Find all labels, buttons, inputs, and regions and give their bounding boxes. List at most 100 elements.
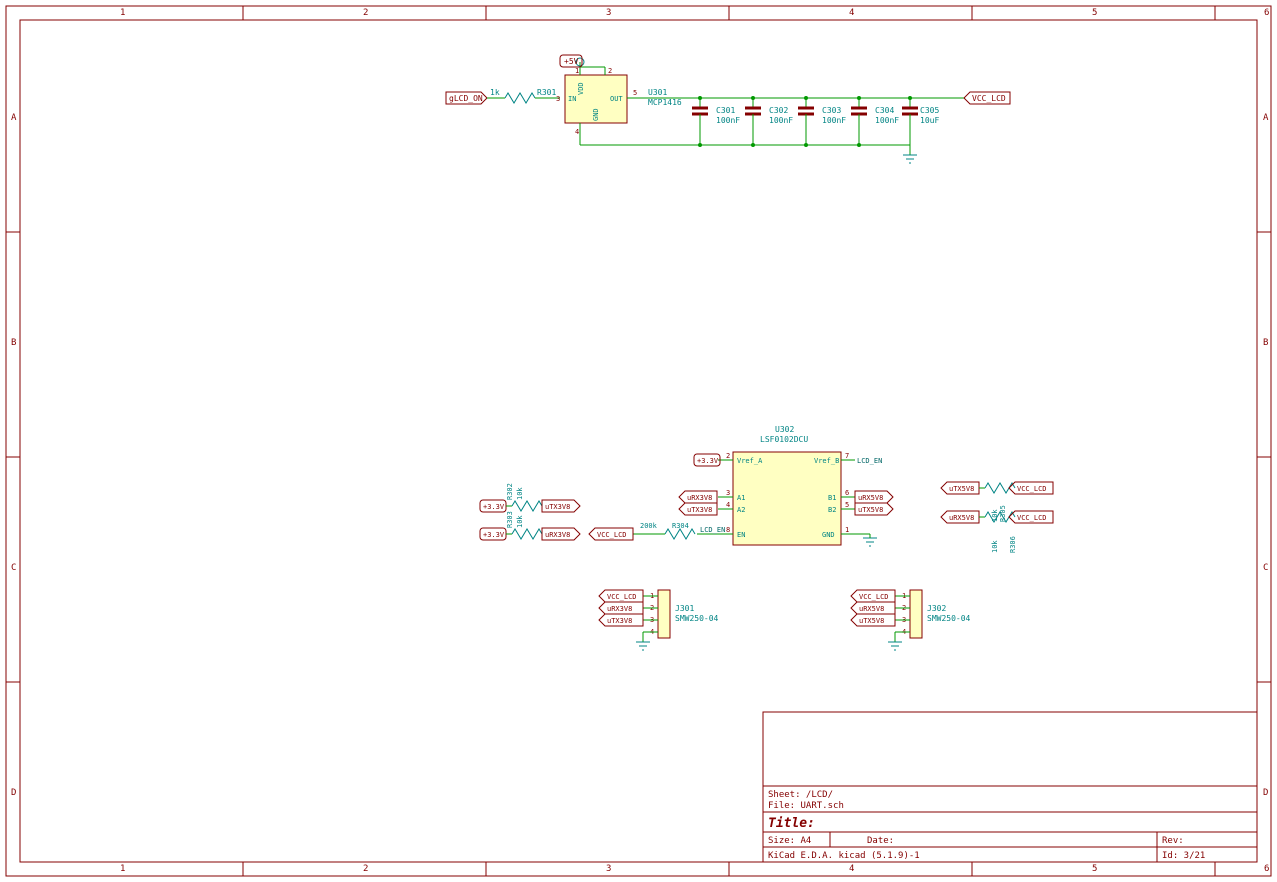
svg-text:uTX3V8: uTX3V8 (545, 503, 570, 511)
svg-text:2: 2 (726, 452, 730, 460)
svg-text:4: 4 (849, 8, 854, 18)
svg-text:6: 6 (1264, 864, 1269, 874)
svg-text:100nF: 100nF (875, 116, 899, 125)
svg-text:D: D (1263, 788, 1268, 798)
svg-text:GND: GND (592, 108, 600, 121)
svg-text:B: B (1263, 338, 1268, 348)
svg-text:5: 5 (1092, 8, 1097, 18)
svg-text:OUT: OUT (610, 95, 623, 103)
svg-text:VCC_LCD: VCC_LCD (859, 593, 889, 601)
top-circuit: gLCD_ON 1k R301 3 IN OUT VDD GND U301 MC… (446, 55, 1010, 163)
svg-text:uTX5V8: uTX5V8 (858, 506, 883, 514)
svg-text:uRX3V8: uRX3V8 (545, 531, 570, 539)
svg-text:R301: R301 (537, 88, 556, 97)
svg-text:GND: GND (822, 531, 835, 539)
svg-text:Title:: Title: (768, 816, 815, 831)
svg-text:R305: R305 (999, 505, 1007, 522)
svg-text:U301: U301 (648, 88, 667, 97)
svg-text:C: C (11, 563, 16, 573)
svg-text:A: A (1263, 113, 1269, 123)
svg-text:VCC_LCD: VCC_LCD (607, 593, 637, 601)
svg-text:SMW250-04: SMW250-04 (927, 614, 971, 623)
svg-text:Vref_B: Vref_B (814, 457, 839, 465)
svg-text:B: B (11, 338, 16, 348)
svg-text:Sheet: /LCD/: Sheet: /LCD/ (768, 790, 833, 800)
svg-text:R304: R304 (672, 522, 689, 530)
svg-text:200k: 200k (640, 522, 658, 530)
svg-text:10k: 10k (516, 487, 524, 500)
svg-text:LSF0102DCU: LSF0102DCU (760, 435, 808, 444)
svg-text:10uF: 10uF (920, 116, 939, 125)
svg-text:A: A (11, 113, 17, 123)
svg-text:J301: J301 (675, 604, 694, 613)
svg-text:uRX3V8: uRX3V8 (607, 605, 632, 613)
svg-text:6: 6 (845, 489, 849, 497)
svg-text:Id: 3/21: Id: 3/21 (1162, 851, 1205, 861)
svg-text:C305: C305 (920, 106, 939, 115)
svg-text:100nF: 100nF (822, 116, 846, 125)
svg-text:B2: B2 (828, 506, 836, 514)
svg-text:SMW250-04: SMW250-04 (675, 614, 719, 623)
svg-text:10k: 10k (991, 540, 999, 553)
title-block: Sheet: /LCD/ File: UART.sch Title: Size:… (763, 712, 1257, 862)
svg-text:File: UART.sch: File: UART.sch (768, 801, 844, 811)
svg-text:A2: A2 (737, 506, 745, 514)
svg-text:1k: 1k (490, 88, 500, 97)
conn-J302: J302 SMW250-04 1 2 3 4 VCC_LCD uRX5V8 uT… (851, 590, 971, 650)
svg-text:uRX5V8: uRX5V8 (859, 605, 884, 613)
svg-text:VCC_LCD: VCC_LCD (1017, 485, 1047, 493)
svg-text:5: 5 (1092, 864, 1097, 874)
svg-text:1: 1 (575, 67, 579, 75)
svg-text:gLCD_ON: gLCD_ON (449, 94, 483, 103)
svg-text:IN: IN (568, 95, 576, 103)
svg-text:1: 1 (120, 8, 125, 18)
svg-text:+3.3V: +3.3V (697, 457, 719, 465)
svg-text:3: 3 (606, 864, 611, 874)
svg-text:LCD_EN: LCD_EN (857, 457, 882, 465)
svg-text:uRX5V8: uRX5V8 (858, 494, 883, 502)
svg-text:Vref_A: Vref_A (737, 457, 763, 465)
svg-text:6: 6 (1264, 8, 1269, 18)
svg-text:U302: U302 (775, 425, 794, 434)
svg-text:10k: 10k (516, 515, 524, 528)
svg-text:C: C (1263, 563, 1268, 573)
svg-text:3: 3 (606, 8, 611, 18)
svg-text:VCC_LCD: VCC_LCD (972, 94, 1006, 103)
svg-text:uRX5V8: uRX5V8 (949, 514, 974, 522)
svg-text:R306: R306 (1009, 536, 1017, 553)
svg-text:uTX3V8: uTX3V8 (607, 617, 632, 625)
svg-text:2: 2 (608, 67, 612, 75)
svg-text:Rev:: Rev: (1162, 836, 1184, 846)
svg-text:1: 1 (120, 864, 125, 874)
svg-text:2: 2 (363, 864, 368, 874)
svg-text:4: 4 (575, 128, 579, 136)
svg-text:100nF: 100nF (769, 116, 793, 125)
svg-text:5: 5 (845, 501, 849, 509)
svg-text:C302: C302 (769, 106, 788, 115)
svg-text:MCP1416: MCP1416 (648, 98, 682, 107)
svg-text:uTX5V8: uTX5V8 (859, 617, 884, 625)
svg-text:C303: C303 (822, 106, 841, 115)
svg-text:7: 7 (845, 452, 849, 460)
svg-text:5: 5 (633, 89, 637, 97)
svg-text:1: 1 (845, 526, 849, 534)
svg-text:LCD_EN: LCD_EN (700, 526, 725, 534)
svg-text:VDD: VDD (577, 82, 585, 95)
svg-text:3: 3 (726, 489, 730, 497)
cap-row: C301100nF C302100nF C303100nF C304100nF … (692, 96, 939, 155)
svg-text:3: 3 (556, 95, 560, 103)
conn-J301: J301 SMW250-04 1 2 3 4 VCC_LCD uRX3V8 uT… (599, 590, 719, 650)
svg-text:+3.3V: +3.3V (483, 531, 505, 539)
svg-text:R302: R302 (506, 483, 514, 500)
svg-text:B1: B1 (828, 494, 836, 502)
svg-text:KiCad E.D.A. kicad (5.1.9)-1: KiCad E.D.A. kicad (5.1.9)-1 (768, 851, 920, 861)
svg-text:+5V: +5V (564, 57, 579, 66)
svg-text:A1: A1 (737, 494, 745, 502)
svg-text:8: 8 (726, 526, 730, 534)
svg-text:R303: R303 (506, 511, 514, 528)
svg-text:100nF: 100nF (716, 116, 740, 125)
svg-text:C301: C301 (716, 106, 735, 115)
svg-text:D: D (11, 788, 16, 798)
svg-text:J302: J302 (927, 604, 946, 613)
mid-circuit: U302 LSF0102DCU Vref_A Vref_B A1 A2 B1 B… (480, 425, 1053, 553)
